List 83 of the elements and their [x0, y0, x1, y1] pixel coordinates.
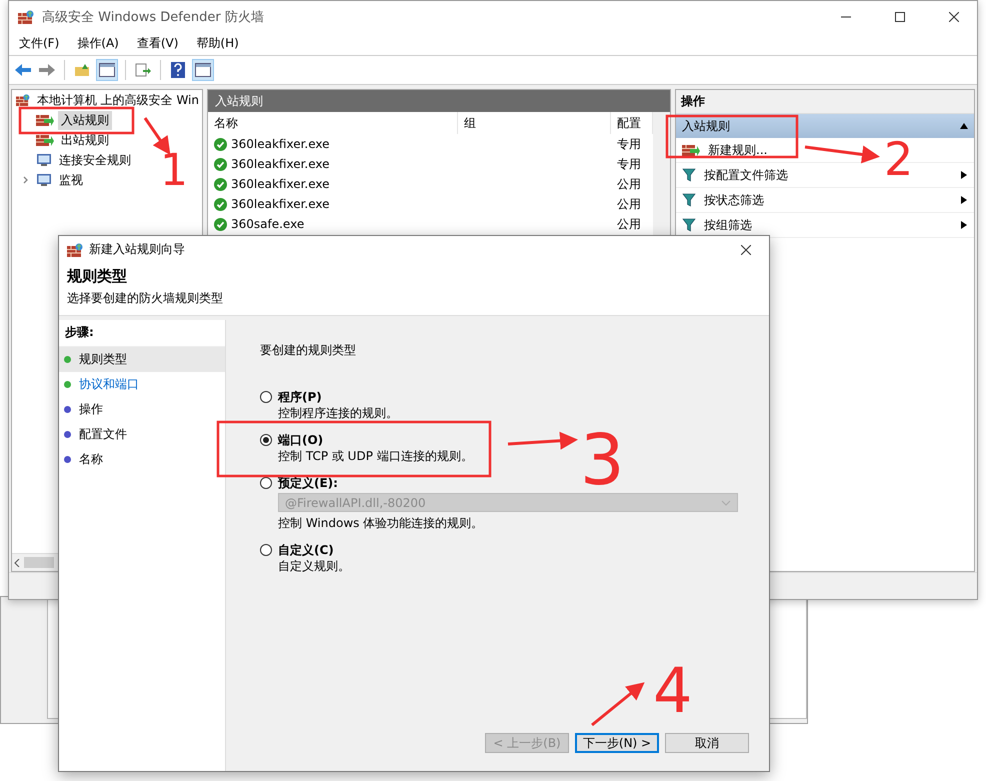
column-header[interactable]: 名称 [208, 112, 458, 134]
rule-name[interactable]: 360leakfixer.exe [231, 137, 330, 151]
step-item: 操作 [79, 401, 103, 418]
page-heading: 规则类型 [67, 267, 128, 286]
tree-item[interactable]: 入站规则 [58, 110, 112, 130]
maximize-icon [895, 12, 905, 22]
rule-name[interactable]: 360safe.exe [231, 217, 304, 231]
firewall-icon [67, 242, 83, 256]
option-description: 自定义规则。 [277, 558, 350, 574]
step-item: 规则类型 [79, 351, 127, 368]
radio-button[interactable] [260, 434, 272, 446]
option-description: 控制程序连接的规则。 [277, 405, 398, 421]
section-header[interactable]: 入站规则 [676, 114, 974, 138]
caret-icon [721, 500, 731, 506]
check-icon [214, 178, 227, 190]
firewall-icon [36, 133, 54, 147]
funnel-icon [682, 168, 696, 182]
funnel-icon [682, 218, 696, 232]
option-label[interactable]: 自定义(C) [278, 542, 334, 558]
firewall-icon [18, 10, 34, 24]
annotation-arrow [508, 432, 578, 450]
pane-title: 入站规则 [215, 92, 263, 110]
option-label[interactable]: 程序(P) [278, 389, 322, 405]
rule-name[interactable]: 360leakfixer.exe [231, 197, 330, 211]
tree-item[interactable]: 监视 [56, 170, 86, 190]
annotation-arrow [591, 682, 645, 726]
check-icon [214, 158, 227, 170]
collapse-icon [960, 122, 968, 130]
step-link[interactable]: 协议和端口 [79, 376, 139, 393]
pane-title: 操作 [681, 93, 705, 110]
firewall-icon [16, 93, 30, 107]
menu-item[interactable]: 帮助(H) [196, 35, 239, 52]
close-icon [741, 244, 751, 254]
tree-item[interactable]: 本地计算机 上的高级安全 Win [34, 90, 202, 110]
radio-button[interactable] [260, 477, 272, 489]
window-title: 高级安全 Windows Defender 防火墙 [42, 8, 265, 26]
dialog-button[interactable]: 下一步(N) > [575, 733, 659, 753]
scroll-thumb[interactable] [24, 557, 54, 568]
submenu-icon [960, 221, 968, 229]
option-description: 控制 Windows 体验功能连接的规则。 [277, 515, 484, 531]
close-icon [949, 12, 959, 22]
column-header[interactable]: 组 [458, 112, 611, 134]
page-subheading: 选择要创建的防火墙规则类型 [67, 290, 224, 307]
table-cell: 公用 [617, 216, 641, 232]
computers-icon [36, 153, 52, 167]
annotation-number: 4 [653, 654, 692, 727]
menu-item[interactable]: 文件(F) [19, 35, 60, 52]
radio-button[interactable] [260, 544, 272, 556]
step-item: 名称 [79, 451, 103, 468]
table-cell: 专用 [617, 136, 641, 152]
rule-name[interactable]: 360leakfixer.exe [231, 157, 330, 171]
menu-item[interactable]: 操作(A) [77, 35, 119, 52]
submenu-icon [960, 196, 968, 204]
tree-item[interactable]: 连接安全规则 [56, 150, 134, 170]
option-label[interactable]: 预定义(E): [278, 475, 338, 491]
check-icon [214, 198, 227, 210]
option-label[interactable]: 端口(O) [278, 432, 324, 448]
option-description: 控制 TCP 或 UDP 端口连接的规则。 [277, 448, 473, 464]
help-icon[interactable] [168, 60, 188, 80]
check-icon [214, 138, 227, 150]
submenu-icon [960, 171, 968, 179]
scroll-left-icon[interactable] [14, 558, 20, 566]
rule-name[interactable]: 360leakfixer.exe [231, 177, 330, 191]
dialog-title: 新建入站规则向导 [89, 241, 186, 258]
menu-item[interactable]: 查看(V) [136, 35, 178, 52]
table-cell: 专用 [617, 156, 641, 172]
table-cell: 公用 [617, 176, 641, 192]
funnel-icon [682, 193, 696, 207]
radio-button[interactable] [260, 391, 272, 403]
monitor-icon [36, 173, 52, 187]
firewall-icon [36, 113, 54, 127]
chevron-icon[interactable] [22, 176, 30, 184]
new-rule-icon [682, 143, 700, 157]
table-cell: 公用 [617, 196, 641, 212]
action-item[interactable]: 按状态筛选 [676, 188, 974, 213]
step-item: 配置文件 [79, 426, 127, 443]
prompt-text: 要创建的规则类型 [260, 342, 357, 359]
check-icon [214, 218, 227, 230]
pane-icon[interactable] [192, 59, 214, 81]
dialog-button[interactable]: 取消 [665, 733, 749, 753]
pane-icon[interactable] [96, 59, 118, 81]
annotation-number: 1 [160, 145, 188, 196]
tree-item[interactable]: 出站规则 [58, 130, 112, 150]
